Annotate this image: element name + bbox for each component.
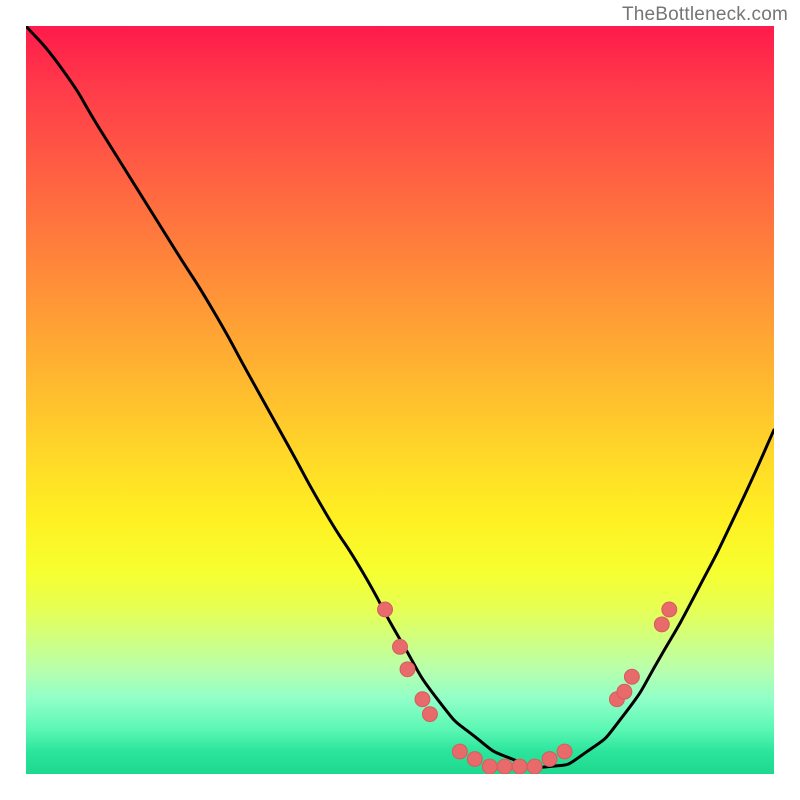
data-marker: [542, 752, 557, 767]
data-marker: [482, 759, 497, 774]
data-marker: [415, 692, 430, 707]
data-marker: [617, 684, 632, 699]
data-marker: [527, 759, 542, 774]
data-marker: [557, 744, 572, 759]
data-marker: [393, 639, 408, 654]
data-marker: [378, 602, 393, 617]
data-marker: [662, 602, 677, 617]
chart-stage: TheBottleneck.com: [0, 0, 800, 800]
data-marker: [400, 662, 415, 677]
data-marker: [467, 752, 482, 767]
data-marker: [624, 669, 639, 684]
curve-layer: [26, 26, 774, 774]
data-marker: [654, 617, 669, 632]
data-marker: [512, 759, 527, 774]
data-marker: [452, 744, 467, 759]
marker-group: [378, 602, 677, 774]
plot-area: [24, 24, 776, 776]
attribution-text: TheBottleneck.com: [622, 4, 788, 26]
data-marker: [422, 707, 437, 722]
data-marker: [497, 759, 512, 774]
bottleneck-curve: [26, 26, 774, 768]
